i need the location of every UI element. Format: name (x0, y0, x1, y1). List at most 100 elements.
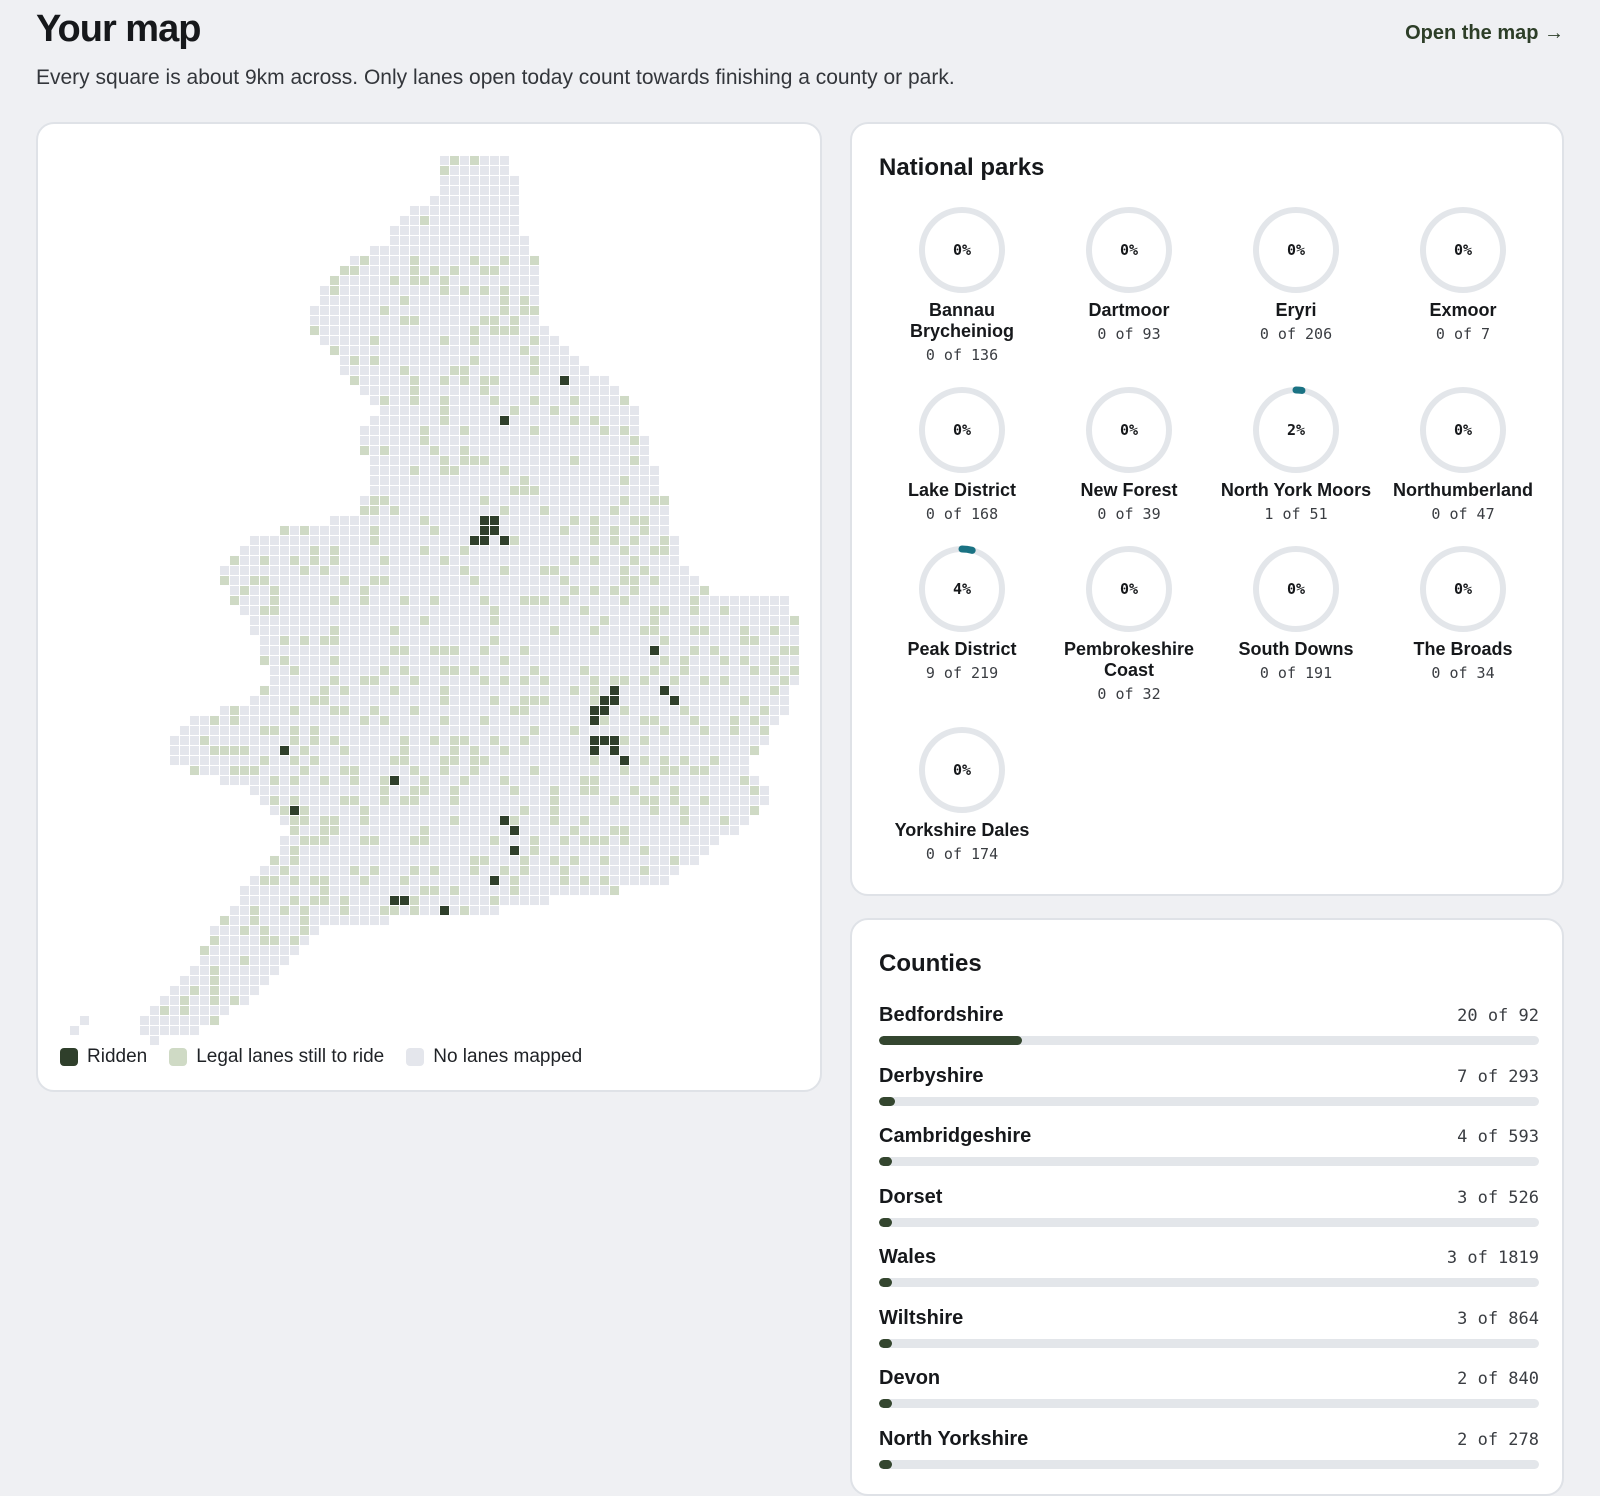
map-square (350, 286, 359, 295)
map-square (540, 816, 549, 825)
map-square (770, 596, 779, 605)
map-square (610, 786, 619, 795)
county-row[interactable]: Wales 3 of 1819 (879, 1246, 1539, 1298)
park-name: North York Moors (1220, 480, 1372, 500)
map-square (700, 816, 709, 825)
map-square (690, 576, 699, 585)
county-row[interactable]: North Yorkshire 2 of 278 (879, 1428, 1539, 1480)
map-square (590, 856, 599, 865)
county-row[interactable]: Cambridgeshire 4 of 593 (879, 1125, 1539, 1177)
map-square (520, 286, 529, 295)
map-square (370, 426, 379, 435)
coverage-map[interactable] (38, 124, 824, 1094)
map-square (680, 856, 689, 865)
county-row[interactable]: Devon 2 of 840 (879, 1367, 1539, 1419)
map-square (400, 656, 409, 665)
county-progress-fill (879, 1157, 893, 1166)
map-square (340, 706, 349, 715)
park-count: 0 of 47 (1431, 505, 1495, 523)
map-square (490, 766, 499, 775)
map-square (280, 736, 289, 745)
park-item[interactable]: 0% Pembrokeshire Coast 0 of 32 (1046, 543, 1212, 703)
map-square (180, 1026, 189, 1035)
park-item[interactable]: 0% South Downs 0 of 191 (1213, 543, 1379, 682)
map-square (590, 576, 599, 585)
map-square (750, 716, 759, 725)
map-square (310, 916, 319, 925)
open-map-link[interactable]: Open the map → (1405, 22, 1564, 45)
map-square (580, 506, 589, 515)
map-square (200, 1006, 209, 1015)
park-item[interactable]: 0% Lake District 0 of 168 (879, 384, 1045, 523)
map-square (410, 576, 419, 585)
county-name: Devon (879, 1367, 941, 1389)
park-item[interactable]: 0% New Forest 0 of 39 (1046, 384, 1212, 523)
map-square (760, 786, 769, 795)
map-square (150, 1026, 159, 1035)
county-row[interactable]: Derbyshire 7 of 293 (879, 1065, 1539, 1117)
park-item[interactable]: 2% North York Moors 1 of 51 (1213, 384, 1379, 523)
map-square (640, 706, 649, 715)
county-row[interactable]: Dorset 3 of 526 (879, 1186, 1539, 1238)
park-progress-ring: 4% (918, 545, 1006, 633)
map-square (290, 726, 299, 735)
map-square (710, 826, 719, 835)
map-square (240, 956, 249, 965)
map-square (690, 746, 699, 755)
park-item[interactable]: 0% Yorkshire Dales 0 of 174 (879, 724, 1045, 863)
map-square (590, 646, 599, 655)
map-square (240, 576, 249, 585)
map-square (410, 886, 419, 895)
map-square (690, 586, 699, 595)
map-square (460, 256, 469, 265)
map-square (630, 626, 639, 635)
map-square (320, 856, 329, 865)
map-square (540, 716, 549, 725)
map-square (280, 626, 289, 635)
map-square (280, 936, 289, 945)
map-square (420, 566, 429, 575)
park-item[interactable]: 0% Exmoor 0 of 7 (1380, 204, 1546, 343)
county-row[interactable]: Wiltshire 3 of 864 (879, 1307, 1539, 1359)
map-square (760, 716, 769, 725)
map-square (440, 156, 449, 165)
map-square (270, 676, 279, 685)
map-square (580, 796, 589, 805)
park-item[interactable]: 0% Eryri 0 of 206 (1213, 204, 1379, 343)
map-square (660, 796, 669, 805)
map-square (370, 306, 379, 315)
map-square (480, 886, 489, 895)
park-item[interactable]: 0% Dartmoor 0 of 93 (1046, 204, 1212, 343)
map-square (470, 156, 479, 165)
map-square (650, 746, 659, 755)
map-square (300, 666, 309, 675)
map-square (260, 656, 269, 665)
map-square (560, 796, 569, 805)
park-item[interactable]: 0% Northumberland 0 of 47 (1380, 384, 1546, 523)
map-square (600, 636, 609, 645)
map-square (690, 716, 699, 725)
map-square (460, 806, 469, 815)
map-square (400, 766, 409, 775)
map-square (420, 506, 429, 515)
map-square (430, 786, 439, 795)
map-square (440, 496, 449, 505)
map-square (390, 836, 399, 845)
map-square (380, 646, 389, 655)
map-square (390, 846, 399, 855)
map-square (440, 556, 449, 565)
map-square (560, 866, 569, 875)
map-square (490, 576, 499, 585)
map-square (380, 656, 389, 665)
park-item[interactable]: 0% Bannau Brycheiniog 0 of 136 (879, 204, 1045, 364)
map-square (350, 656, 359, 665)
map-square (540, 756, 549, 765)
park-item[interactable]: 0% The Broads 0 of 34 (1380, 543, 1546, 682)
park-item[interactable]: 4% Peak District 9 of 219 (879, 543, 1045, 682)
map-square (410, 826, 419, 835)
park-progress-ring: 0% (1420, 387, 1506, 473)
map-square (560, 576, 569, 585)
map-square (530, 866, 539, 875)
county-row[interactable]: Bedfordshire 20 of 92 (879, 1004, 1539, 1056)
map-square (690, 666, 699, 675)
